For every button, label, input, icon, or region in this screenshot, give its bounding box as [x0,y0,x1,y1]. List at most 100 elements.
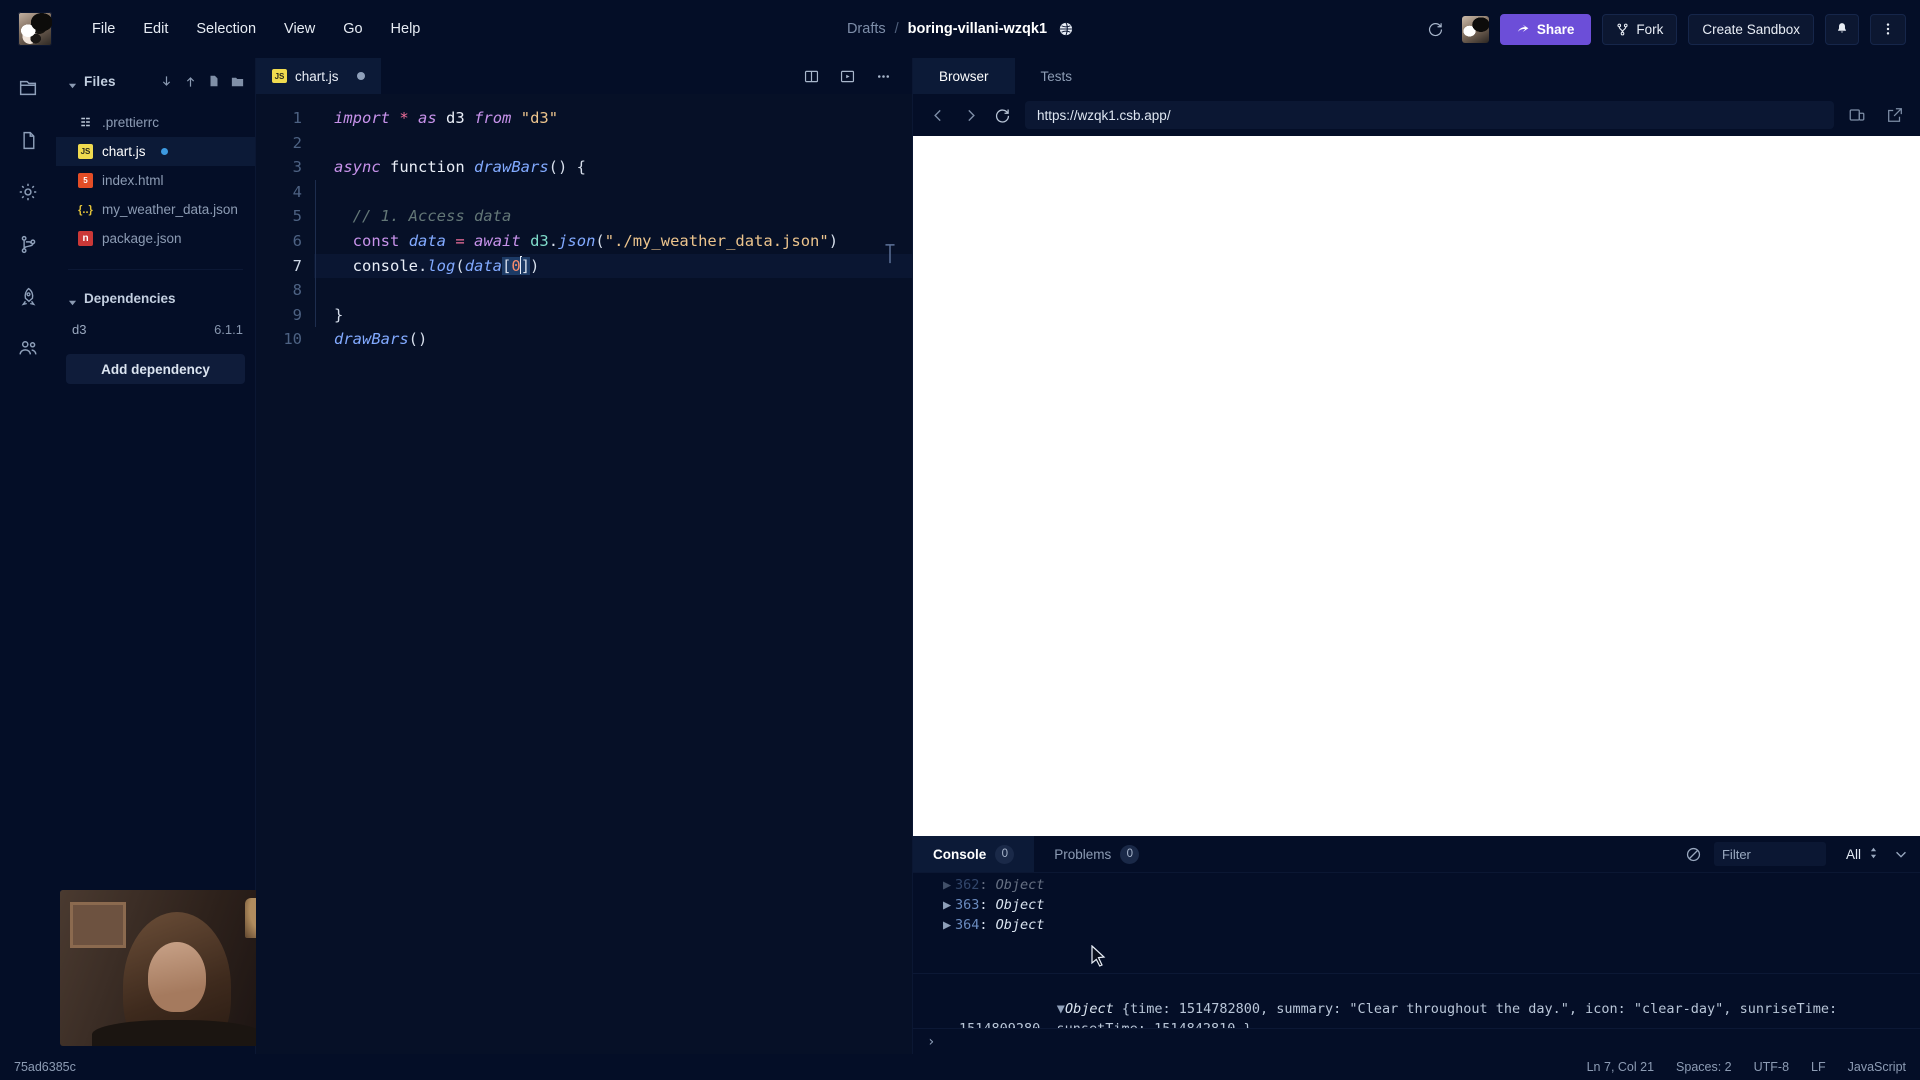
console-prompt[interactable]: › [913,1028,1920,1054]
sidebar-item-git[interactable] [7,222,49,266]
code-editor: JS chart.js 1 2 3 4 5 6 7 8 9 10 import … [256,58,912,1054]
expand-triangle-icon[interactable]: ▶ [943,875,955,895]
dog-avatar-logo[interactable] [18,12,52,46]
menu-file[interactable]: File [78,15,129,43]
sidebar-item-settings[interactable] [7,170,49,214]
npm-file-icon: n [78,231,93,246]
minimap-indicator[interactable] [884,244,898,264]
console-panel: Console 0 Problems 0 Filter All ▶ 362: … [913,836,1920,1054]
sidebar-item-live[interactable] [7,326,49,370]
run-preview-icon[interactable] [832,61,862,91]
console-level-label: All [1845,846,1861,862]
file-item-weather-json[interactable]: {..} my_weather_data.json [56,195,255,224]
breadcrumb: Drafts / boring-villani-wzqk1 [847,21,1073,37]
user-avatar[interactable] [1461,15,1489,43]
sidebar-item-explorer[interactable] [7,66,49,110]
breadcrumb-sandbox-name[interactable]: boring-villani-wzqk1 [908,21,1047,37]
status-cursor-position[interactable]: Ln 7, Col 21 [1587,1060,1654,1074]
menu-selection[interactable]: Selection [182,15,270,43]
preview-viewport[interactable] [913,136,1920,836]
open-external-icon[interactable] [1882,102,1908,128]
add-dependency-button[interactable]: Add dependency [66,354,245,384]
status-commit[interactable]: 75ad6385c [14,1060,76,1074]
create-sandbox-label: Create Sandbox [1702,21,1800,37]
code-line-6: const data = await d3.json("./my_weather… [352,231,839,250]
file-label: package.json [102,231,182,246]
file-item-prettierrc[interactable]: ☷ .prettierrc [56,108,255,137]
line-number: 4 [292,182,302,201]
url-input[interactable]: https://wzqk1.csb.app/ [1025,101,1834,129]
files-icon [19,80,37,96]
document-icon [22,131,34,149]
more-menu-button[interactable] [1870,13,1906,45]
bell-icon [1837,23,1847,33]
menu-edit[interactable]: Edit [129,15,182,43]
chevron-right-icon[interactable] [957,102,983,128]
status-indentation[interactable]: Spaces: 2 [1676,1060,1732,1074]
preview-tabs: Browser Tests [913,58,1920,94]
tab-browser[interactable]: Browser [913,58,1015,94]
notifications-button[interactable] [1825,13,1859,45]
responsive-preview-icon[interactable] [1844,102,1870,128]
codesandbox-window: File Edit Selection View Go Help Drafts … [0,0,1920,1080]
file-label: index.html [102,173,164,188]
stepper-icon[interactable] [1869,846,1878,863]
code-area[interactable]: 1 2 3 4 5 6 7 8 9 10 import * as d3 from… [256,94,912,1054]
collapse-triangle-icon[interactable]: ▼ [1057,1001,1065,1017]
console-output[interactable]: ▶ 362: Object ▶ 363: Object ▶ 364: Objec… [913,873,1920,1028]
upload-icon [186,76,195,87]
sidebar-item-deploy[interactable] [7,274,49,318]
chevron-down-icon[interactable] [68,77,77,88]
share-button[interactable]: Share [1499,13,1592,45]
file-item-package-json[interactable]: n package.json [56,224,255,253]
top-bar: File Edit Selection View Go Help Drafts … [0,0,1920,58]
console-row[interactable]: ▶ 362: Object [913,875,1920,895]
split-editor-icon[interactable] [796,61,826,91]
expand-triangle-icon[interactable]: ▶ [943,915,955,935]
globe-icon[interactable] [1059,22,1073,36]
tab-tests[interactable]: Tests [1015,58,1099,94]
tab-problems[interactable]: Problems 0 [1034,836,1159,872]
webcam-person-face [147,942,206,1012]
console-expanded-header[interactable]: ▼Object {time: 1514782800, summary: "Cle… [913,979,1920,1028]
reload-icon[interactable] [989,102,1015,128]
json-file-icon: {..} [78,203,93,216]
tab-console[interactable]: Console 0 [913,836,1035,872]
console-row-index: 363 [955,897,980,913]
dependencies-header[interactable]: Dependencies [56,280,255,316]
console-level-select[interactable]: All [1836,846,1882,863]
code-lines[interactable]: import * as d3 from "d3" async function … [314,94,912,1054]
refresh-icon[interactable] [1421,14,1451,44]
chevron-down-icon[interactable] [1892,845,1910,863]
chevron-left-icon[interactable] [925,102,951,128]
more-horizontal-icon[interactable] [868,61,898,91]
menu-help[interactable]: Help [377,15,435,43]
browser-url-bar: https://wzqk1.csb.app/ [913,94,1920,136]
menu-go[interactable]: Go [329,15,376,43]
create-sandbox-button[interactable]: Create Sandbox [1688,13,1814,45]
dependency-row[interactable]: d3 6.1.1 [56,316,255,342]
fork-button[interactable]: Fork [1602,13,1678,45]
file-item-index-html[interactable]: 5 index.html [56,166,255,195]
js-file-icon: JS [78,144,93,159]
console-filter-input[interactable]: Filter [1713,842,1826,866]
menu-view[interactable]: View [270,15,329,43]
file-label: chart.js [102,144,146,159]
status-language-mode[interactable]: JavaScript [1848,1060,1906,1074]
sidebar-item-search[interactable] [7,118,49,162]
files-header[interactable]: Files [56,64,255,98]
git-branch-icon [21,235,35,253]
file-item-chart-js[interactable]: JS chart.js [56,137,255,166]
console-row[interactable]: ▶ 363: Object [913,895,1920,915]
expand-triangle-icon[interactable]: ▶ [943,895,955,915]
activity-rail [0,58,56,1054]
file-explorer: Files ☷ .prettierrc JS chart.js 5 index.… [56,58,293,1054]
breadcrumb-workspace[interactable]: Drafts [847,21,886,37]
status-eol[interactable]: LF [1811,1060,1826,1074]
console-row-value: Object [995,897,1045,913]
chevron-down-icon[interactable] [68,294,77,305]
console-row[interactable]: ▶ 364: Object [913,915,1920,935]
clear-console-icon[interactable] [1684,844,1704,864]
tab-chart-js[interactable]: JS chart.js [256,58,381,94]
status-encoding[interactable]: UTF-8 [1754,1060,1789,1074]
